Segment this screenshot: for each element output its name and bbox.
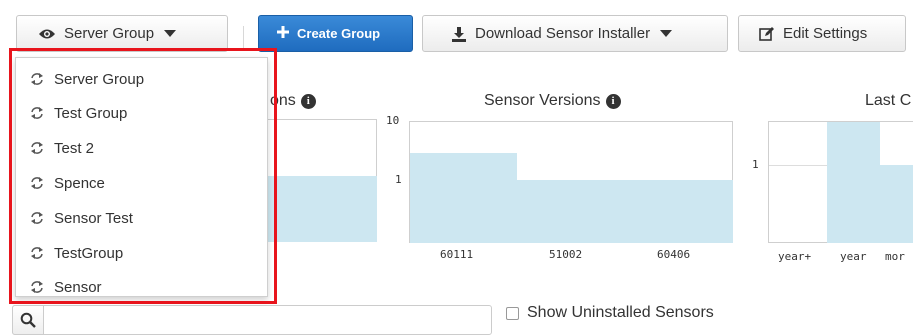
search-icon: [20, 312, 36, 328]
show-uninstalled-label: Show Uninstalled Sensors: [527, 304, 714, 321]
y-tick-label: 1: [752, 158, 759, 171]
edit-settings-label: Edit Settings: [783, 25, 868, 42]
search-input[interactable]: [12, 305, 492, 335]
x-tick-label: 51002: [549, 248, 583, 261]
toolbar-separator: [243, 26, 244, 48]
highlight-box: [9, 48, 277, 304]
last-chart-plot: [768, 121, 913, 243]
grid-line: [769, 165, 827, 166]
server-group-select-button[interactable]: Server Group: [16, 15, 228, 52]
create-group-button[interactable]: Create Group: [258, 15, 413, 52]
edit-icon: [759, 26, 775, 42]
x-tick-label: year: [840, 250, 867, 263]
info-icon: i: [605, 93, 621, 109]
show-uninstalled-checkbox[interactable]: [506, 307, 519, 320]
y-tick-label: 10: [386, 114, 400, 127]
sensor-versions-plot: [409, 121, 733, 243]
search-button[interactable]: [12, 305, 44, 335]
download-icon: [451, 26, 467, 42]
eye-icon: [38, 28, 56, 40]
edit-settings-button[interactable]: Edit Settings: [738, 15, 906, 52]
chart-bar-60406: [625, 180, 733, 243]
y-tick-label: 1: [395, 173, 402, 186]
x-tick-label: year+: [778, 250, 812, 263]
create-group-label: Create Group: [297, 26, 381, 41]
x-tick-label: mor: [885, 250, 905, 263]
info-icon: i: [300, 93, 316, 109]
plus-icon: [277, 26, 289, 41]
chart-bar-60111: [410, 153, 517, 243]
server-group-select-label: Server Group: [64, 25, 155, 42]
x-tick-label: 60111: [440, 248, 474, 261]
x-tick-label: 60406: [657, 248, 691, 261]
download-sensor-installer-button[interactable]: Download Sensor Installer: [422, 15, 728, 52]
chart-bar-year: [827, 122, 880, 243]
download-sensor-installer-label: Download Sensor Installer: [475, 25, 651, 42]
chart-bar-mor: [880, 165, 913, 243]
chart-bar-51002: [517, 180, 625, 243]
chart-title-sensor-versions: Sensor Versions i: [484, 92, 621, 110]
chevron-down-icon: [660, 30, 673, 37]
chevron-down-icon: [164, 30, 177, 37]
chart-title-partial-right: Last C: [865, 92, 912, 109]
